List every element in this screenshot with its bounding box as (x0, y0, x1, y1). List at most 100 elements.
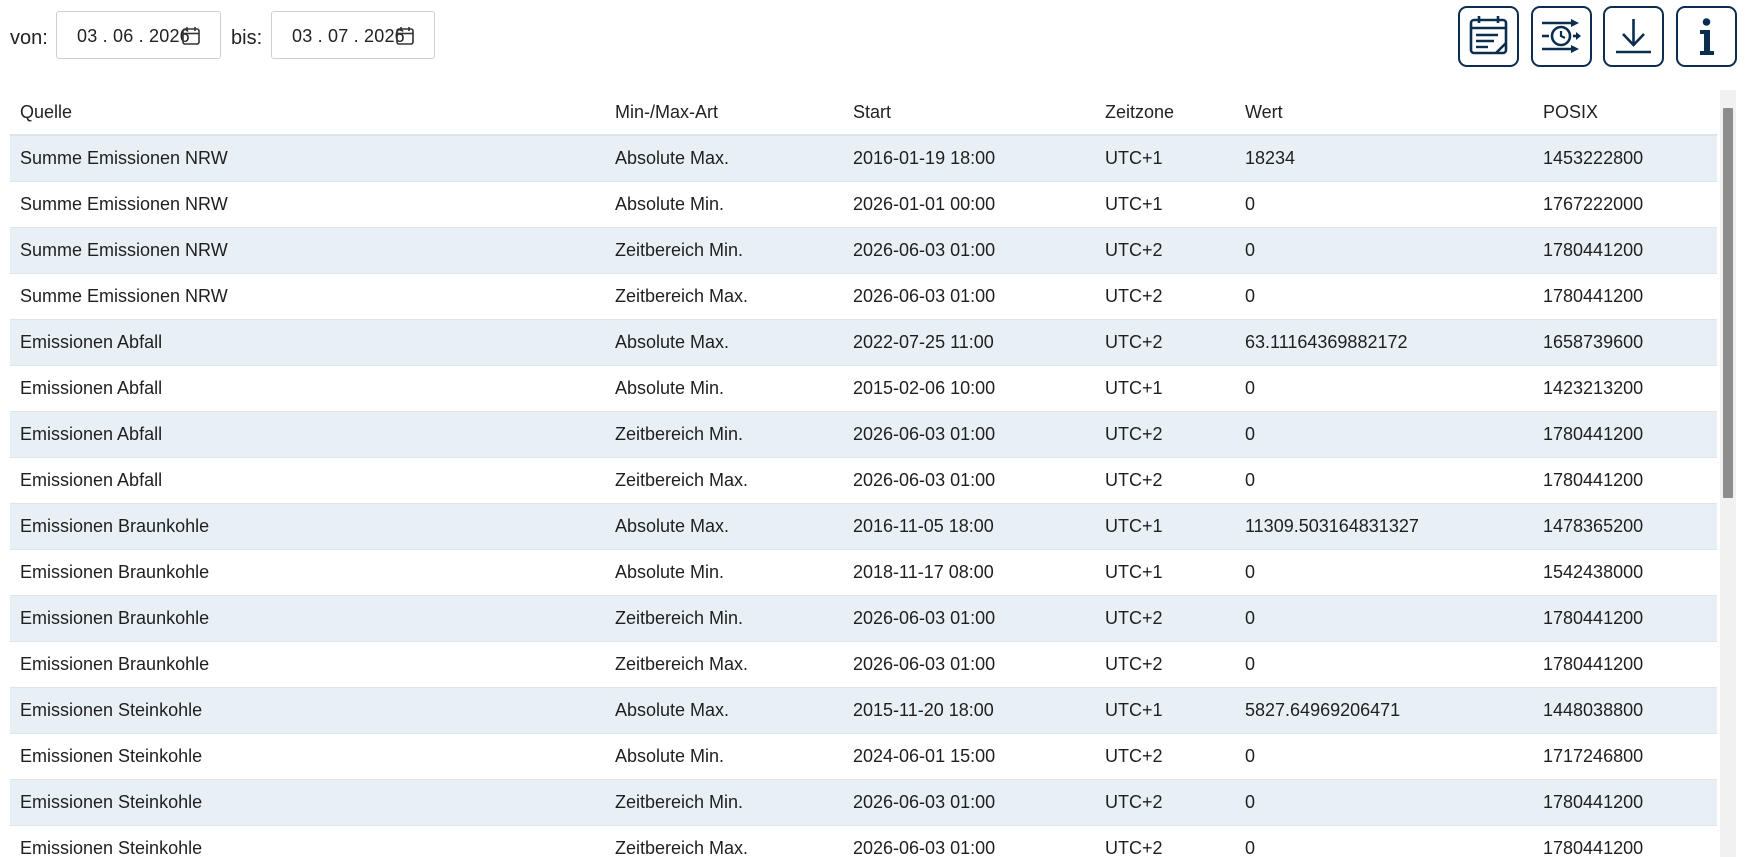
table-row[interactable]: Emissionen Steinkohle Zeitbereich Max. 202… (10, 825, 1717, 857)
cell-wert: 0 (1235, 411, 1533, 458)
table-row[interactable]: Emissionen Braunkohle Zeitbereich Min. 202… (10, 595, 1717, 642)
from-date-value: 03 . 06 . 2026 (77, 26, 190, 46)
cell-wert: 0 (1235, 779, 1533, 826)
to-date-label: bis: (231, 27, 263, 49)
cell-start: 2018-11-17 08:00 (843, 549, 1095, 596)
from-date-input[interactable]: 03 . 06 . 2026 (56, 11, 221, 59)
cell-zeitzone: UTC+2 (1095, 411, 1235, 458)
cell-posix: 1453222800 (1533, 135, 1717, 182)
minmax-table-container[interactable]: Quelle Min-/Max-Art Start Zeitzone Wert … (10, 90, 1717, 857)
cell-quelle: Summe Emissionen NRW (10, 181, 605, 228)
cell-posix: 1780441200 (1533, 411, 1717, 458)
cell-wert: 0 (1235, 227, 1533, 274)
min-max-page: von: 03 . 06 . 2026 bis: 03 . 07 . 2026 (0, 0, 1747, 857)
cell-min-max-art: Zeitbereich Max. (605, 641, 843, 688)
table-row[interactable]: Summe Emissionen NRW Zeitbereich Min. 2026… (10, 227, 1717, 274)
cell-quelle: Emissionen Abfall (10, 319, 605, 366)
cell-start: 2026-06-03 01:00 (843, 227, 1095, 274)
cell-start: 2016-11-05 18:00 (843, 503, 1095, 550)
cell-min-max-art: Absolute Min. (605, 549, 843, 596)
cell-start: 2026-06-03 01:00 (843, 641, 1095, 688)
cell-min-max-art: Absolute Max. (605, 135, 843, 182)
cell-start: 2026-06-03 01:00 (843, 779, 1095, 826)
cell-min-max-art: Absolute Min. (605, 365, 843, 412)
calendar-notes-icon (1469, 16, 1508, 55)
table-row[interactable]: Summe Emissionen NRW Absolute Min. 2026-01… (10, 181, 1717, 228)
cell-zeitzone: UTC+2 (1095, 733, 1235, 780)
cell-quelle: Emissionen Abfall (10, 365, 605, 412)
cell-min-max-art: Zeitbereich Min. (605, 779, 843, 826)
to-date-input[interactable]: 03 . 07 . 2026 (271, 11, 435, 59)
cell-wert: 0 (1235, 273, 1533, 320)
table-scrollbar[interactable] (1720, 90, 1736, 857)
cell-min-max-art: Zeitbereich Min. (605, 411, 843, 458)
cell-start: 2015-02-06 10:00 (843, 365, 1095, 412)
cell-posix: 1780441200 (1533, 825, 1717, 857)
table-row[interactable]: Emissionen Abfall Zeitbereich Max. 2026-06… (10, 457, 1717, 504)
cell-zeitzone: UTC+1 (1095, 549, 1235, 596)
table-row[interactable]: Summe Emissionen NRW Absolute Max. 2016-01… (10, 135, 1717, 182)
cell-wert: 0 (1235, 733, 1533, 780)
cell-zeitzone: UTC+1 (1095, 365, 1235, 412)
scrollbar-thumb[interactable] (1723, 108, 1733, 498)
cell-zeitzone: UTC+2 (1095, 641, 1235, 688)
cell-posix: 1780441200 (1533, 457, 1717, 504)
calendar-notes-button[interactable] (1458, 6, 1519, 67)
cell-zeitzone: UTC+1 (1095, 503, 1235, 550)
cell-quelle: Emissionen Braunkohle (10, 595, 605, 642)
table-row[interactable]: Emissionen Steinkohle Absolute Min. 2024-0… (10, 733, 1717, 780)
cell-wert: 5827.64969206471 (1235, 687, 1533, 734)
column-header-quelle[interactable]: Quelle (10, 90, 605, 136)
cell-quelle: Emissionen Steinkohle (10, 687, 605, 734)
table-row[interactable]: Summe Emissionen NRW Zeitbereich Max. 2026… (10, 273, 1717, 320)
table-row[interactable]: Emissionen Braunkohle Absolute Min. 2018-1… (10, 549, 1717, 596)
cell-wert: 0 (1235, 595, 1533, 642)
info-button[interactable] (1676, 6, 1737, 67)
to-date-value: 03 . 07 . 2026 (292, 26, 405, 46)
cell-wert: 0 (1235, 181, 1533, 228)
cell-min-max-art: Zeitbereich Min. (605, 595, 843, 642)
cell-wert: 11309.503164831327 (1235, 503, 1533, 550)
cell-posix: 1448038800 (1533, 687, 1717, 734)
column-header-posix[interactable]: POSIX (1533, 90, 1717, 136)
schedule-filter-icon (1542, 19, 1581, 53)
column-header-zeitzone[interactable]: Zeitzone (1095, 90, 1235, 136)
cell-zeitzone: UTC+2 (1095, 779, 1235, 826)
cell-wert: 0 (1235, 825, 1533, 857)
cell-posix: 1780441200 (1533, 779, 1717, 826)
cell-start: 2022-07-25 11:00 (843, 319, 1095, 366)
column-header-wert[interactable]: Wert (1235, 90, 1533, 136)
calendar-icon[interactable] (396, 26, 414, 45)
download-button[interactable] (1603, 6, 1664, 67)
cell-min-max-art: Absolute Max. (605, 503, 843, 550)
cell-posix: 1717246800 (1533, 733, 1717, 780)
cell-posix: 1780441200 (1533, 273, 1717, 320)
table-row[interactable]: Emissionen Abfall Zeitbereich Min. 2026-06… (10, 411, 1717, 458)
table-header-row: Quelle Min-/Max-Art Start Zeitzone Wert … (10, 90, 1717, 136)
cell-quelle: Emissionen Abfall (10, 457, 605, 504)
table-row[interactable]: Emissionen Abfall Absolute Max. 2022-07-25… (10, 319, 1717, 366)
cell-start: 2026-06-03 01:00 (843, 825, 1095, 857)
table-row[interactable]: Emissionen Braunkohle Zeitbereich Max. 202… (10, 641, 1717, 688)
cell-wert: 0 (1235, 457, 1533, 504)
cell-zeitzone: UTC+2 (1095, 227, 1235, 274)
cell-quelle: Emissionen Braunkohle (10, 641, 605, 688)
cell-zeitzone: UTC+2 (1095, 457, 1235, 504)
cell-min-max-art: Absolute Min. (605, 733, 843, 780)
table-row[interactable]: Emissionen Abfall Absolute Min. 2015-02-06… (10, 365, 1717, 412)
info-icon (1700, 18, 1714, 55)
cell-start: 2026-06-03 01:00 (843, 273, 1095, 320)
table-row[interactable]: Emissionen Braunkohle Absolute Max. 2016-1… (10, 503, 1717, 550)
table-row[interactable]: Emissionen Steinkohle Zeitbereich Min. 202… (10, 779, 1717, 826)
cell-posix: 1780441200 (1533, 595, 1717, 642)
schedule-filter-button[interactable] (1531, 6, 1592, 67)
cell-start: 2026-01-01 00:00 (843, 181, 1095, 228)
column-header-start[interactable]: Start (843, 90, 1095, 136)
table-row[interactable]: Emissionen Steinkohle Absolute Max. 2015-1… (10, 687, 1717, 734)
calendar-icon[interactable] (182, 26, 200, 45)
cell-start: 2024-06-01 15:00 (843, 733, 1095, 780)
cell-min-max-art: Zeitbereich Max. (605, 825, 843, 857)
cell-quelle: Emissionen Steinkohle (10, 779, 605, 826)
column-header-min-max-art[interactable]: Min-/Max-Art (605, 90, 843, 136)
cell-posix: 1658739600 (1533, 319, 1717, 366)
